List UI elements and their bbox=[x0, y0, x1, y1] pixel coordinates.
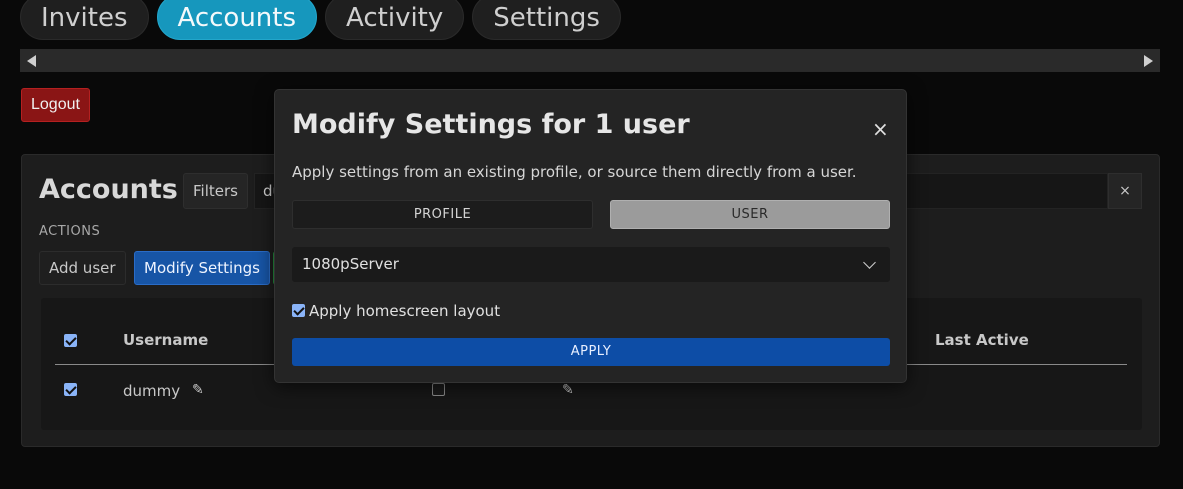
main-tabs: Invites Accounts Activity Settings bbox=[20, 0, 629, 40]
accounts-title: Accounts bbox=[39, 174, 178, 205]
tab-activity[interactable]: Activity bbox=[325, 0, 465, 40]
scroll-right-arrow-icon[interactable] bbox=[1144, 55, 1153, 67]
filters-button[interactable]: Filters bbox=[183, 173, 248, 209]
select-all-checkbox[interactable] bbox=[64, 334, 77, 347]
tab-invites[interactable]: Invites bbox=[20, 0, 149, 40]
modify-settings-modal: Modify Settings for 1 user × Apply setti… bbox=[274, 89, 907, 383]
username-cell: dummy bbox=[123, 382, 181, 400]
scroll-left-arrow-icon[interactable] bbox=[27, 55, 36, 67]
modal-description: Apply settings from an existing profile,… bbox=[292, 163, 857, 181]
modify-settings-button[interactable]: Modify Settings bbox=[134, 251, 270, 285]
apply-homescreen-checkbox[interactable] bbox=[292, 304, 305, 317]
header-last-active[interactable]: Last Active bbox=[935, 331, 1029, 349]
add-user-button[interactable]: Add user bbox=[39, 251, 126, 285]
header-username[interactable]: Username bbox=[123, 331, 208, 349]
chevron-down-icon bbox=[863, 256, 876, 269]
logout-button[interactable]: Logout bbox=[21, 88, 90, 122]
user-source-tab[interactable]: USER bbox=[610, 200, 890, 229]
tabs-scrollbar[interactable] bbox=[20, 49, 1160, 72]
profile-source-tab[interactable]: PROFILE bbox=[292, 200, 593, 229]
tab-settings[interactable]: Settings bbox=[472, 0, 621, 40]
row-select-checkbox[interactable] bbox=[64, 383, 77, 396]
close-icon[interactable]: × bbox=[872, 117, 889, 141]
row-option-checkbox[interactable] bbox=[432, 383, 445, 396]
edit-username-pencil-icon[interactable]: ✎ bbox=[192, 382, 204, 398]
edit-field-pencil-icon[interactable]: ✎ bbox=[562, 382, 574, 398]
actions-label: ACTIONS bbox=[39, 224, 101, 239]
tab-accounts[interactable]: Accounts bbox=[156, 0, 318, 40]
apply-button[interactable]: APPLY bbox=[292, 338, 890, 366]
clear-filter-icon[interactable]: × bbox=[1108, 173, 1142, 209]
modal-title: Modify Settings for 1 user bbox=[292, 109, 690, 140]
source-select-value: 1080pServer bbox=[302, 255, 399, 273]
apply-homescreen-label[interactable]: Apply homescreen layout bbox=[309, 302, 500, 320]
source-select[interactable]: 1080pServer bbox=[292, 247, 890, 282]
